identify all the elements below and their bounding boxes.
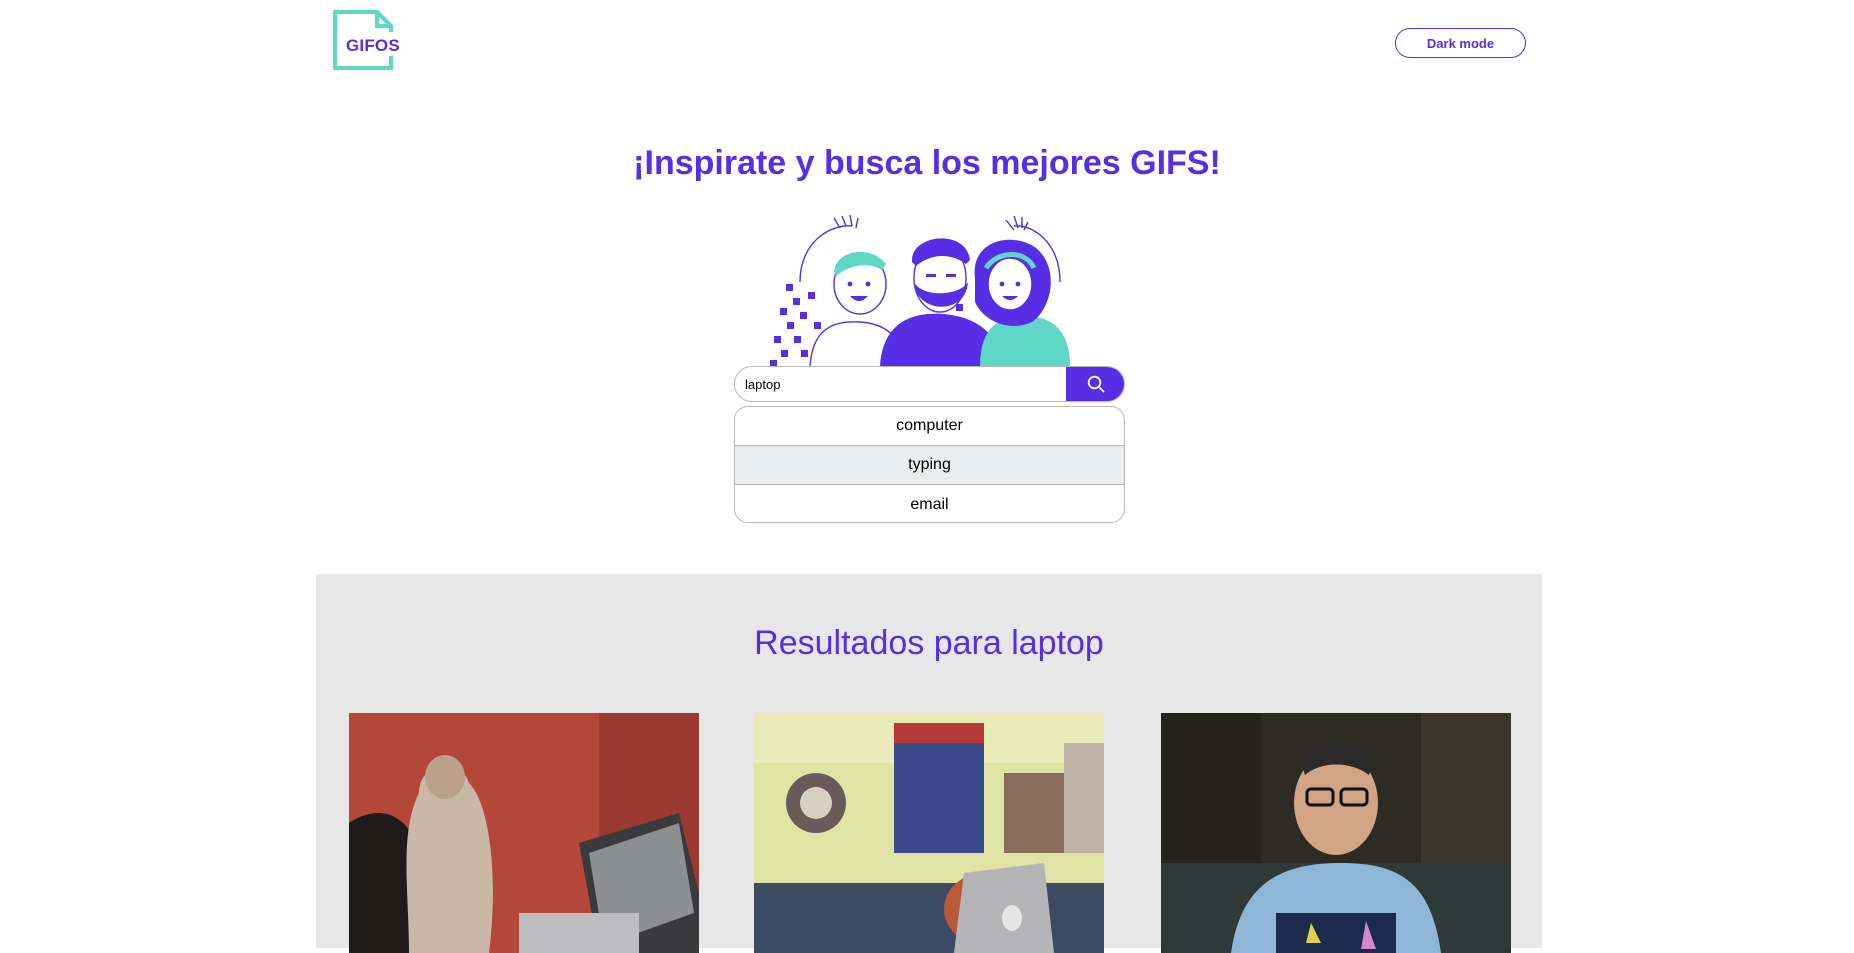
search-icon <box>1087 375 1104 393</box>
results-section: Resultados para laptop <box>316 574 1542 953</box>
search-bar <box>734 366 1125 402</box>
gif-image <box>1161 713 1511 953</box>
gif-image <box>349 713 699 953</box>
gif-result-card[interactable] <box>349 713 699 953</box>
dark-mode-button[interactable]: Dark mode <box>1395 28 1526 58</box>
gif-result-card[interactable] <box>1161 713 1511 953</box>
search-input[interactable] <box>735 367 1065 401</box>
people-illustration <box>770 212 1090 368</box>
gif-image <box>754 713 1104 953</box>
search-button[interactable] <box>1066 367 1124 401</box>
suggestion-item[interactable]: email <box>735 485 1124 522</box>
suggestion-item[interactable]: typing <box>735 446 1124 485</box>
search-suggestions: computer typing email <box>734 406 1125 523</box>
results-title: Resultados para laptop <box>754 624 1104 662</box>
gifos-logo[interactable]: GIFOS <box>333 10 400 72</box>
suggestion-item[interactable]: computer <box>735 407 1124 446</box>
gif-result-card[interactable] <box>754 713 1104 953</box>
logo-text: GIFOS <box>346 36 400 55</box>
people-illustration-icon <box>770 214 1070 368</box>
hero-title: ¡Inspirate y busca los mejores GIFS! <box>633 144 1221 182</box>
